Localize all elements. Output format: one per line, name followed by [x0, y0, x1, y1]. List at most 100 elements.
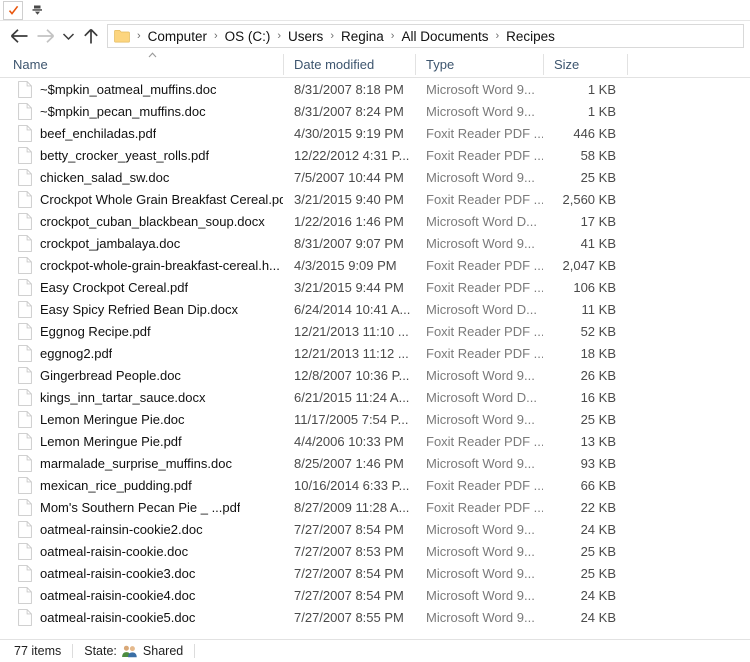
- file-row[interactable]: betty_crocker_yeast_rolls.pdf 12/22/2012 …: [0, 144, 750, 166]
- document-file-icon: [18, 190, 32, 208]
- file-row[interactable]: beef_enchiladas.pdf 4/30/2015 9:19 PM Foxi…: [0, 122, 750, 144]
- file-name-cell[interactable]: kings_inn_tartar_sauce.docx: [0, 388, 283, 406]
- file-size-cell: 13 KB: [580, 433, 616, 449]
- column-divider[interactable]: [415, 54, 416, 75]
- quick-access-toolbar: [0, 0, 750, 21]
- file-name-cell[interactable]: Eggnog Recipe.pdf: [0, 322, 283, 340]
- file-row[interactable]: oatmeal-raisin-cookie5.doc 7/27/2007 8:55…: [0, 606, 750, 628]
- file-size-cell: 66 KB: [580, 477, 616, 493]
- file-name-cell[interactable]: beef_enchiladas.pdf: [0, 124, 283, 142]
- file-row[interactable]: eggnog2.pdf 12/21/2013 11:12 ... Foxit Rea…: [0, 342, 750, 364]
- file-name-cell[interactable]: oatmeal-raisin-cookie3.doc: [0, 564, 283, 582]
- file-row[interactable]: oatmeal-raisin-cookie.doc 7/27/2007 8:53 …: [0, 540, 750, 562]
- file-name-cell[interactable]: betty_crocker_yeast_rolls.pdf: [0, 146, 283, 164]
- column-divider[interactable]: [627, 54, 628, 75]
- file-name-label: oatmeal-rainsin-cookie2.doc: [40, 521, 203, 537]
- file-size-cell: 58 KB: [580, 147, 616, 163]
- file-name-cell[interactable]: Easy Crockpot Cereal.pdf: [0, 278, 283, 296]
- file-row[interactable]: marmalade_surprise_muffins.doc 8/25/2007 …: [0, 452, 750, 474]
- breadcrumb-item-all-documents[interactable]: All Documents: [399, 29, 490, 44]
- file-row[interactable]: kings_inn_tartar_sauce.docx 6/21/2015 11:…: [0, 386, 750, 408]
- document-file-icon: [18, 146, 32, 164]
- file-name-cell[interactable]: crockpot-whole-grain-breakfast-cereal.h.…: [0, 256, 283, 274]
- chevron-down-icon: [62, 32, 74, 40]
- file-name-cell[interactable]: chicken_salad_sw.doc: [0, 168, 283, 186]
- back-button[interactable]: [6, 23, 32, 49]
- file-name-label: Easy Crockpot Cereal.pdf: [40, 279, 189, 295]
- file-row[interactable]: oatmeal-raisin-cookie4.doc 7/27/2007 8:54…: [0, 584, 750, 606]
- file-name-cell[interactable]: oatmeal-raisin-cookie.doc: [0, 542, 283, 560]
- breadcrumb-item-recipes[interactable]: Recipes: [504, 29, 557, 44]
- file-row[interactable]: oatmeal-raisin-cookie3.doc 7/27/2007 8:54…: [0, 562, 750, 584]
- column-header-size[interactable]: Size: [543, 51, 627, 78]
- file-row[interactable]: Easy Crockpot Cereal.pdf 3/21/2015 9:44 P…: [0, 276, 750, 298]
- file-row[interactable]: Crockpot Whole Grain Breakfast Cereal.pd…: [0, 188, 750, 210]
- file-name-cell[interactable]: ~$mpkin_pecan_muffins.doc: [0, 102, 283, 120]
- file-name-cell[interactable]: Lemon Meringue Pie.pdf: [0, 432, 283, 450]
- file-name-cell[interactable]: eggnog2.pdf: [0, 344, 283, 362]
- column-header-date-modified[interactable]: Date modified: [283, 51, 415, 78]
- file-row[interactable]: crockpot_jambalaya.doc 8/31/2007 9:07 PM M…: [0, 232, 750, 254]
- breadcrumb-item-os-c[interactable]: OS (C:): [223, 29, 273, 44]
- recent-locations-button[interactable]: [58, 23, 78, 49]
- file-name-cell[interactable]: Lemon Meringue Pie.doc: [0, 410, 283, 428]
- file-row[interactable]: ~$mpkin_oatmeal_muffins.doc 8/31/2007 8:1…: [0, 78, 750, 100]
- forward-button[interactable]: [32, 23, 58, 49]
- file-name-cell[interactable]: oatmeal-raisin-cookie5.doc: [0, 608, 283, 626]
- file-name-label: Lemon Meringue Pie.doc: [40, 411, 185, 427]
- file-row[interactable]: mexican_rice_pudding.pdf 10/16/2014 6:33 …: [0, 474, 750, 496]
- document-file-icon: [18, 432, 32, 450]
- column-header-end: [627, 51, 628, 78]
- file-row[interactable]: crockpot-whole-grain-breakfast-cereal.h.…: [0, 254, 750, 276]
- column-divider[interactable]: [543, 54, 544, 75]
- breadcrumb-item-users[interactable]: Users: [286, 29, 325, 44]
- column-header-name[interactable]: Name: [0, 51, 283, 78]
- address-bar[interactable]: › Computer › OS (C:) › Users › Regina › …: [107, 24, 744, 48]
- file-type-cell: Microsoft Word 9...: [426, 565, 535, 581]
- file-type-cell: Microsoft Word 9...: [426, 411, 535, 427]
- customize-toolbar-button[interactable]: [27, 1, 47, 20]
- file-name-cell[interactable]: mexican_rice_pudding.pdf: [0, 476, 283, 494]
- file-name-cell[interactable]: Mom's Southern Pecan Pie _ ...pdf: [0, 498, 283, 516]
- file-row[interactable]: Lemon Meringue Pie.pdf 4/4/2006 10:33 PM F…: [0, 430, 750, 452]
- file-name-label: oatmeal-raisin-cookie.doc: [40, 543, 189, 559]
- file-name-cell[interactable]: Crockpot Whole Grain Breakfast Cereal.pd…: [0, 190, 283, 208]
- check-button[interactable]: [3, 1, 23, 20]
- file-row[interactable]: ~$mpkin_pecan_muffins.doc 8/31/2007 8:24 …: [0, 100, 750, 122]
- file-row[interactable]: oatmeal-rainsin-cookie2.doc 7/27/2007 8:5…: [0, 518, 750, 540]
- file-name-label: Easy Spicy Refried Bean Dip.docx: [40, 301, 238, 317]
- file-list[interactable]: ~$mpkin_oatmeal_muffins.doc 8/31/2007 8:1…: [0, 78, 750, 628]
- file-name-cell[interactable]: oatmeal-raisin-cookie4.doc: [0, 586, 283, 604]
- breadcrumb-item-computer[interactable]: Computer: [146, 29, 209, 44]
- file-name-label: marmalade_surprise_muffins.doc: [40, 455, 232, 471]
- file-date-cell: 7/27/2007 8:54 PM: [294, 565, 404, 581]
- document-file-icon: [18, 168, 32, 186]
- up-button[interactable]: [78, 23, 104, 49]
- file-row[interactable]: Eggnog Recipe.pdf 12/21/2013 11:10 ... Fox…: [0, 320, 750, 342]
- file-name-cell[interactable]: marmalade_surprise_muffins.doc: [0, 454, 283, 472]
- file-name-cell[interactable]: Gingerbread People.doc: [0, 366, 283, 384]
- file-name-cell[interactable]: ~$mpkin_oatmeal_muffins.doc: [0, 80, 283, 98]
- column-divider[interactable]: [283, 54, 284, 75]
- state-label: State:: [84, 644, 117, 658]
- file-row[interactable]: crockpot_cuban_blackbean_soup.docx 1/22/2…: [0, 210, 750, 232]
- file-date-cell: 4/3/2015 9:09 PM: [294, 257, 397, 273]
- breadcrumb-separator: ›: [277, 29, 282, 42]
- file-row[interactable]: Easy Spicy Refried Bean Dip.docx 6/24/201…: [0, 298, 750, 320]
- file-name-cell[interactable]: oatmeal-rainsin-cookie2.doc: [0, 520, 283, 538]
- breadcrumb-item-regina[interactable]: Regina: [339, 29, 386, 44]
- file-row[interactable]: Lemon Meringue Pie.doc 11/17/2005 7:54 P.…: [0, 408, 750, 430]
- file-name-cell[interactable]: Easy Spicy Refried Bean Dip.docx: [0, 300, 283, 318]
- file-name-cell[interactable]: crockpot_jambalaya.doc: [0, 234, 283, 252]
- file-row[interactable]: Gingerbread People.doc 12/8/2007 10:36 P.…: [0, 364, 750, 386]
- folder-icon: [114, 29, 130, 43]
- file-size-cell: 25 KB: [580, 169, 616, 185]
- shared-people-icon: [122, 645, 137, 658]
- file-row[interactable]: chicken_salad_sw.doc 7/5/2007 10:44 PM Mic…: [0, 166, 750, 188]
- file-date-cell: 12/21/2013 11:12 ...: [294, 345, 409, 361]
- file-row[interactable]: Mom's Southern Pecan Pie _ ...pdf 8/27/20…: [0, 496, 750, 518]
- column-header-type[interactable]: Type: [415, 51, 543, 78]
- status-divider: [72, 644, 74, 658]
- file-size-cell: 446 KB: [573, 125, 616, 141]
- file-name-cell[interactable]: crockpot_cuban_blackbean_soup.docx: [0, 212, 283, 230]
